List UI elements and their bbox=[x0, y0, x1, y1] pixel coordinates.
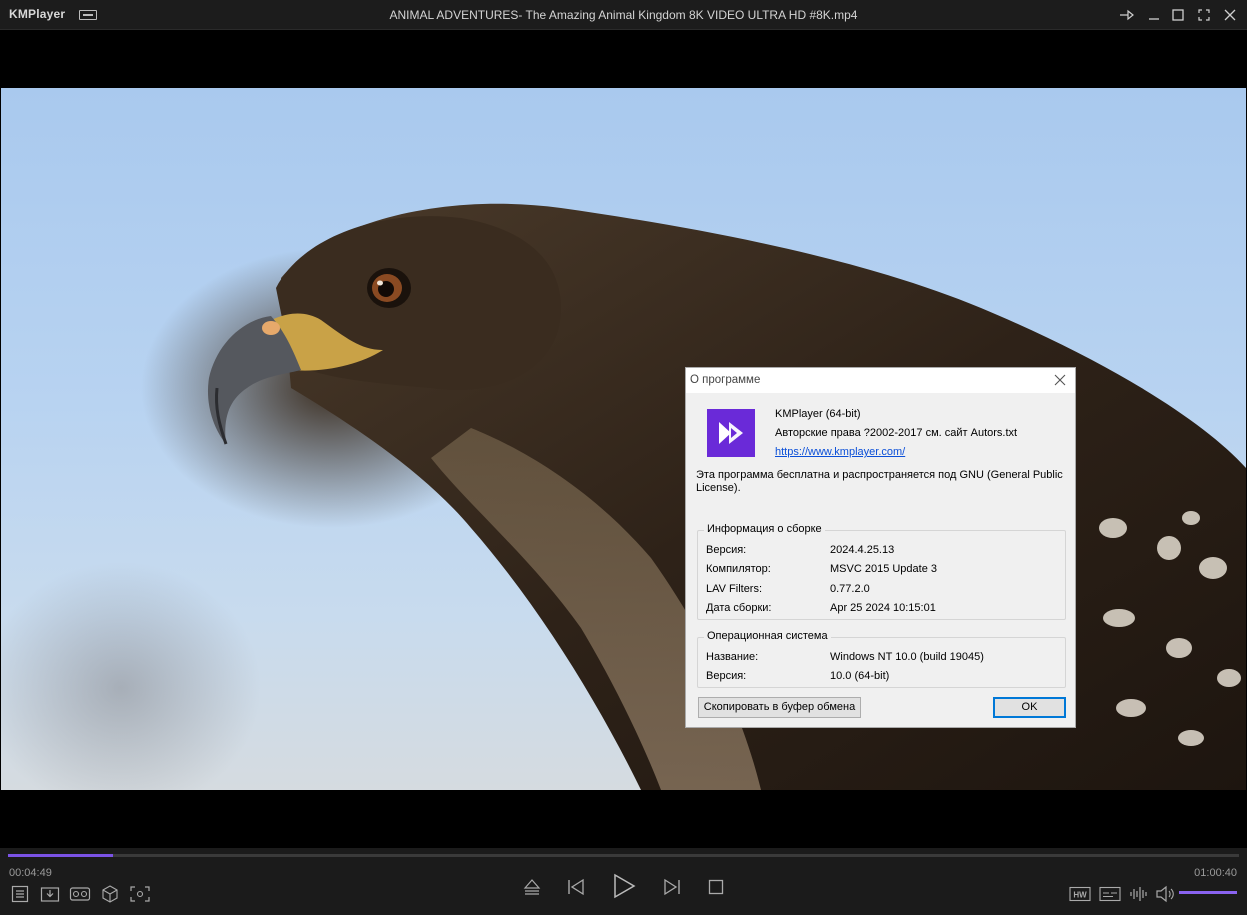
capture-icon[interactable] bbox=[129, 885, 151, 903]
copyright-text: Авторские права ?2002-2017 см. сайт Auto… bbox=[775, 427, 1018, 439]
dialog-title: О программе bbox=[690, 374, 761, 386]
title-bar: KMPlayer ANIMAL ADVENTURES- The Amazing … bbox=[0, 0, 1247, 30]
license-text: Эта программа бесплатна и распространяет… bbox=[696, 469, 1063, 494]
build-info-group: Информация о сборке Версия: 2024.4.25.13… bbox=[697, 523, 1066, 620]
info-value: Apr 25 2024 10:15:01 bbox=[830, 602, 936, 614]
info-key: Версия: bbox=[706, 670, 747, 682]
product-name: KMPlayer (64-bit) bbox=[775, 408, 861, 420]
info-key: Версия: bbox=[706, 544, 747, 556]
build-info-label: Информация о сборке bbox=[704, 523, 825, 535]
seek-progress bbox=[8, 854, 114, 857]
build-row-version: Версия: 2024.4.25.13 bbox=[706, 544, 1061, 560]
control-bar: 00:04:49 01:00:40 HW bbox=[0, 848, 1247, 915]
dialog-titlebar: О программе bbox=[686, 368, 1075, 393]
download-icon[interactable] bbox=[40, 885, 60, 903]
info-value: 10.0 (64-bit) bbox=[830, 670, 890, 682]
info-value: Windows NT 10.0 (build 19045) bbox=[830, 651, 984, 663]
fullscreen-icon[interactable] bbox=[1194, 5, 1214, 25]
current-time: 00:04:49 bbox=[9, 867, 52, 879]
copy-to-clipboard-button[interactable]: Скопировать в буфер обмена bbox=[698, 697, 861, 718]
3d-cube-icon[interactable] bbox=[100, 884, 120, 904]
info-key: Компилятор: bbox=[706, 563, 771, 575]
os-info-label: Операционная система bbox=[704, 630, 831, 642]
stop-icon[interactable] bbox=[707, 878, 725, 896]
about-dialog: О программе KMPlayer (64-bit) Авторские … bbox=[685, 367, 1076, 728]
seek-bar[interactable] bbox=[8, 854, 1239, 857]
volume-icon[interactable] bbox=[1155, 885, 1175, 903]
info-key: Название: bbox=[706, 651, 759, 663]
volume-slider[interactable] bbox=[1179, 891, 1237, 894]
ok-button[interactable]: OK bbox=[993, 697, 1066, 718]
os-info-group: Операционная система Название: Windows N… bbox=[697, 630, 1066, 688]
info-key: LAV Filters: bbox=[706, 583, 763, 595]
previous-icon[interactable] bbox=[566, 877, 586, 897]
hw-decoder-icon[interactable]: HW bbox=[1069, 886, 1091, 902]
os-row-version: Версия: 10.0 (64-bit) bbox=[706, 670, 1061, 686]
os-row-name: Название: Windows NT 10.0 (build 19045) bbox=[706, 651, 1061, 667]
next-icon[interactable] bbox=[662, 877, 682, 897]
pin-icon[interactable] bbox=[1116, 5, 1136, 25]
dialog-close-icon[interactable] bbox=[1053, 373, 1067, 387]
minimize-icon[interactable] bbox=[1144, 5, 1164, 25]
kmplayer-logo-icon bbox=[707, 409, 755, 457]
info-key: Дата сборки: bbox=[706, 602, 772, 614]
total-time[interactable]: 01:00:40 bbox=[1194, 867, 1237, 879]
play-icon[interactable] bbox=[610, 872, 638, 900]
info-value: MSVC 2015 Update 3 bbox=[830, 563, 938, 575]
vr-icon[interactable] bbox=[69, 885, 91, 903]
subtitles-icon[interactable] bbox=[1099, 886, 1121, 902]
info-value: 0.77.2.0 bbox=[830, 583, 870, 595]
svg-text:HW: HW bbox=[1073, 891, 1087, 900]
build-row-compiler: Компилятор: MSVC 2015 Update 3 bbox=[706, 563, 1061, 579]
playlist-icon[interactable] bbox=[11, 885, 29, 903]
homepage-link[interactable]: https://www.kmplayer.com/ bbox=[775, 446, 905, 458]
close-icon[interactable] bbox=[1220, 5, 1240, 25]
volume-level bbox=[1179, 891, 1237, 894]
maximize-icon[interactable] bbox=[1168, 5, 1188, 25]
info-value: 2024.4.25.13 bbox=[830, 544, 895, 556]
build-row-build-date: Дата сборки: Apr 25 2024 10:15:01 bbox=[706, 602, 1061, 618]
build-row-lav-filters: LAV Filters: 0.77.2.0 bbox=[706, 583, 1061, 599]
window-title: ANIMAL ADVENTURES- The Amazing Animal Ki… bbox=[389, 8, 858, 22]
audio-waveform-icon[interactable] bbox=[1129, 885, 1149, 903]
eject-icon[interactable] bbox=[523, 877, 541, 897]
